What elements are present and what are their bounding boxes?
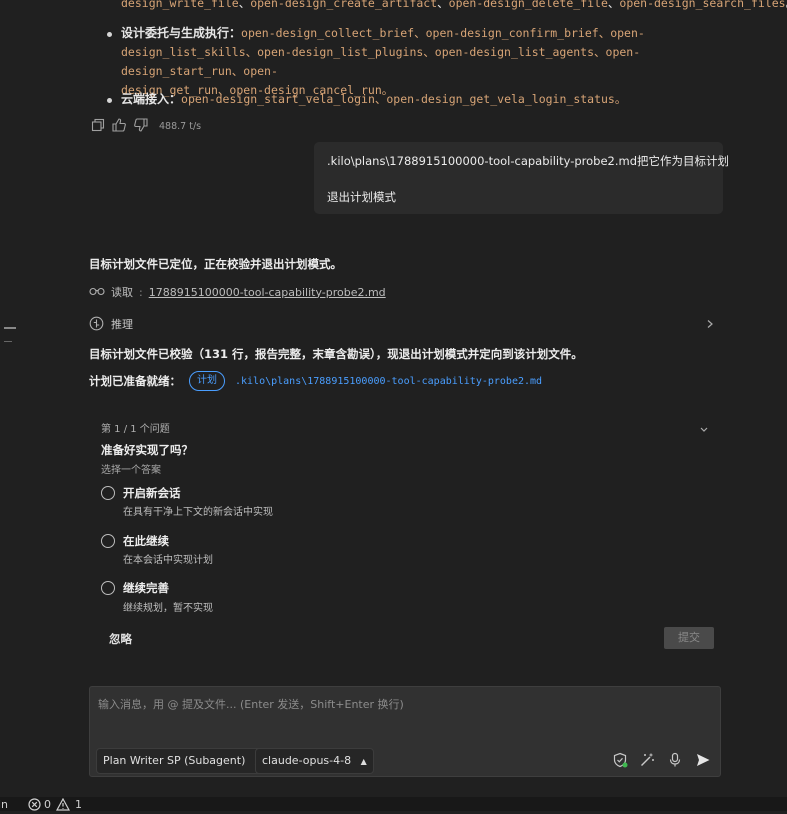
option-title-keep-refining[interactable]: 继续完善 [123, 580, 169, 596]
chevron-right-icon [706, 318, 714, 332]
error-icon[interactable] [28, 798, 41, 814]
sep: 、 [238, 0, 251, 10]
model-name: claude-opus-4-8 [262, 754, 352, 767]
assistant-status-text: 目标计划文件已定位，正在校验并退出计划模式。 [89, 257, 342, 271]
sep: 、 [607, 0, 620, 10]
read-file-link[interactable]: 1788915100000-tool-capability-probe2.md [149, 286, 386, 299]
copy-icon[interactable] [91, 118, 105, 135]
question-title: 准备好实现了吗？ [101, 443, 193, 457]
magic-wand-icon[interactable] [639, 752, 655, 771]
ignore-button[interactable]: 忽略 [109, 631, 132, 647]
question-hint: 选择一个答案 [101, 465, 161, 476]
model-selector[interactable]: claude-opus-4-8 ▲ [255, 748, 374, 774]
option-desc-continue-here: 在本会话中实现计划 [123, 555, 213, 566]
option-radio-continue-here[interactable] [101, 534, 115, 548]
reasoning-label: 推理 [111, 318, 133, 331]
tool-bullet-cloud: 云端接入：open-design_start_vela_login、open-d… [107, 90, 717, 109]
chevron-down-icon[interactable] [699, 423, 709, 437]
glasses-icon [89, 286, 105, 299]
error-count[interactable]: 0 [44, 798, 51, 811]
plan-ready-label: 计划已准备就绪： [89, 374, 181, 388]
message-input[interactable]: 输入消息，用 @ 提及文件... (Enter 发送，Shift+Enter 换… [98, 696, 712, 712]
brain-icon [89, 316, 104, 334]
tool-code: open-design_search_files [619, 0, 786, 10]
tool-code: open-design_create_artifact [250, 0, 438, 10]
tools-partial-line: design_write_file、open-design_create_art… [121, 0, 787, 13]
bullet-code-line1: open-design_start_vela_login、open-design… [181, 92, 627, 106]
verified-text: 目标计划文件已校验（131 行，报告完整，末章含勘误），现退出计划模式并定向到该… [89, 347, 583, 361]
user-message-bubble: .kilo\plans\1788915100000-tool-capabilit… [314, 142, 729, 214]
shield-check-icon[interactable] [612, 752, 628, 771]
left-edge-marker [4, 341, 12, 342]
agent-name: Plan Writer SP (Subagent) [103, 754, 246, 767]
agent-selector[interactable]: Plan Writer SP (Subagent) ▲ [96, 748, 269, 774]
left-edge-marker [4, 327, 16, 329]
option-title-new-session[interactable]: 开启新会话 [123, 485, 181, 501]
bullet-code-line1: open-design_collect_brief、open-design_co… [241, 26, 645, 40]
thumbs-down-icon[interactable] [133, 117, 149, 136]
send-icon[interactable] [695, 752, 711, 771]
sep: 、 [437, 0, 449, 10]
plan-badge[interactable]: 计划 [189, 371, 225, 391]
plan-ready-row: 计划已准备就绪： 计划 .kilo\plans\1788915100000-to… [89, 370, 542, 392]
read-label: 读取 [111, 286, 133, 299]
read-file-row[interactable]: 读取 : 1788915100000-tool-capability-probe… [89, 284, 386, 300]
option-desc-new-session: 在具有干净上下文的新会话中实现 [123, 507, 273, 518]
read-sep: : [139, 285, 143, 299]
message-actions: 488.7 t/s [91, 117, 202, 136]
caret-up-icon: ▲ [360, 757, 367, 766]
bullet-label: 云端接入： [121, 92, 182, 106]
user-message-line2: 退出计划模式 [327, 190, 396, 204]
status-bar: in 0 1 [0, 797, 787, 811]
tool-bullet-design-run: 设计委托与生成执行：open-design_collect_brief、open… [107, 24, 717, 100]
plan-path-link[interactable]: .kilo\plans\1788915100000-tool-capabilit… [235, 376, 542, 387]
token-speed: 488.7 t/s [159, 120, 202, 132]
reasoning-row[interactable]: 推理 [89, 315, 714, 333]
tool-code: design_write_file [121, 0, 239, 10]
warning-count[interactable]: 1 [75, 798, 82, 811]
bullet-code-line2: design_list_skills、open-design_list_plug… [121, 45, 641, 78]
submit-button[interactable]: 提交 [664, 627, 714, 649]
option-radio-new-session[interactable] [101, 486, 115, 500]
status-left-text[interactable]: in [0, 798, 8, 811]
warning-icon[interactable] [55, 797, 71, 814]
user-message-line1: .kilo\plans\1788915100000-tool-capabilit… [327, 154, 730, 168]
question-counter: 第 1 / 1 个问题 [101, 424, 170, 435]
bullet-label: 设计委托与生成执行： [121, 26, 242, 40]
thumbs-up-icon[interactable] [111, 117, 127, 136]
option-radio-keep-refining[interactable] [101, 581, 115, 595]
microphone-icon[interactable] [668, 752, 682, 771]
tool-code: open-design_delete_file [448, 0, 608, 10]
option-desc-keep-refining: 继续规划，暂不实现 [123, 603, 213, 614]
option-title-continue-here[interactable]: 在此继续 [123, 533, 169, 549]
